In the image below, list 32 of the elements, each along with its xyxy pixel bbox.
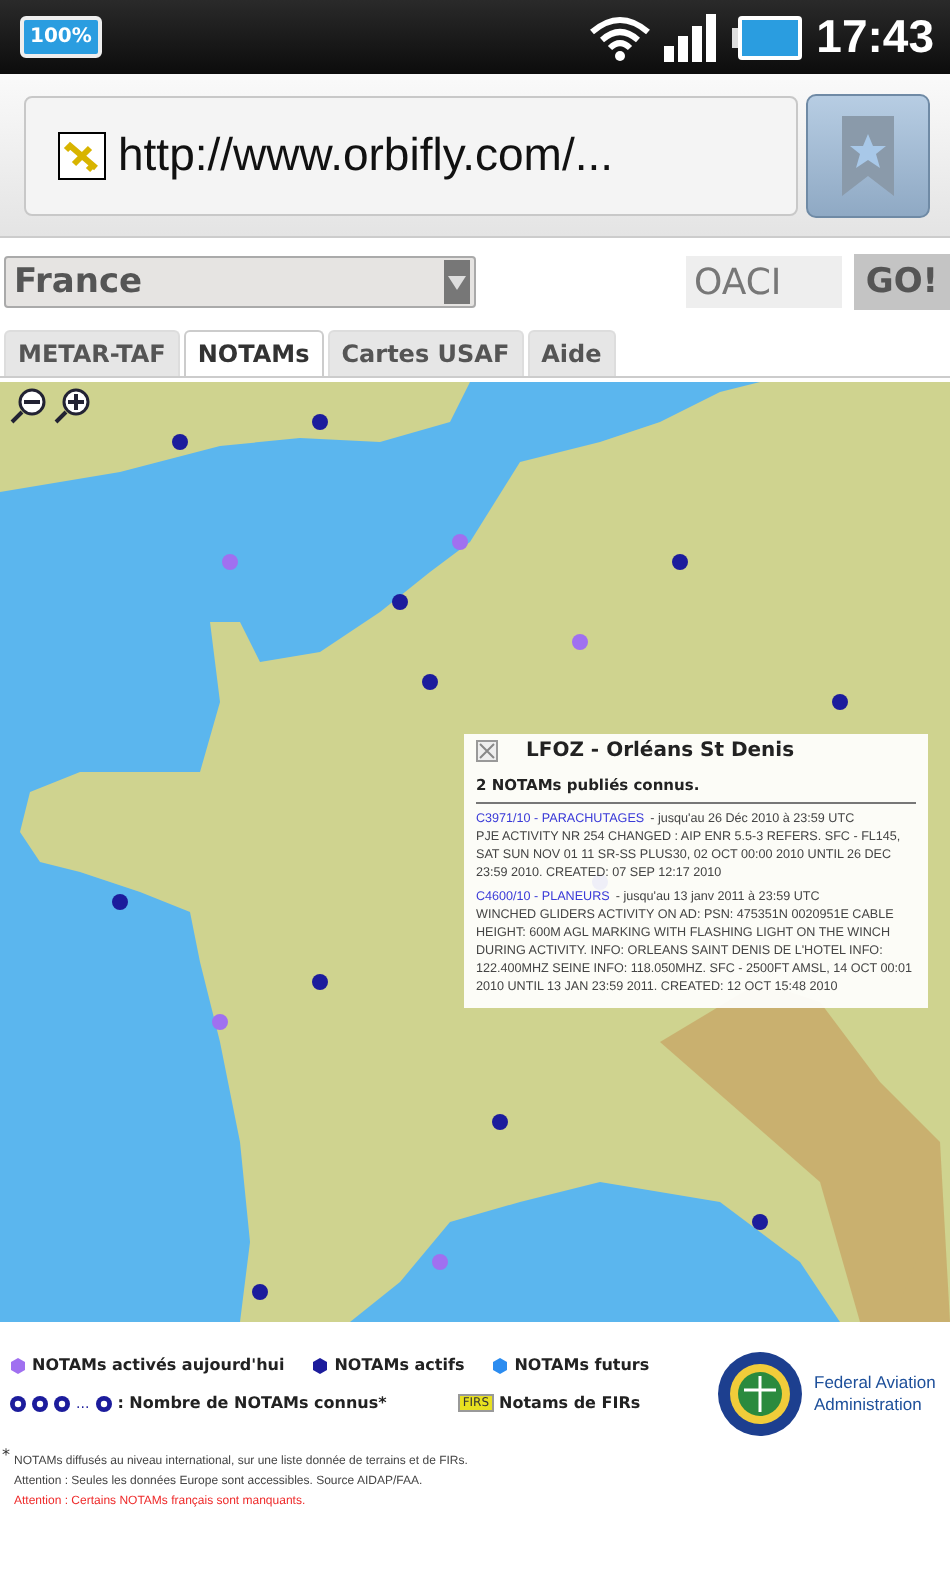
count-marker-icon — [54, 1395, 70, 1411]
legend-label: NOTAMs actifs — [334, 1356, 465, 1374]
seal-icon — [718, 1352, 802, 1436]
tab[interactable]: Cartes USAF — [327, 330, 524, 376]
wifi-icon — [588, 13, 653, 61]
bookmark-icon — [838, 115, 898, 195]
close-icon[interactable] — [476, 740, 498, 762]
count-marker-icon — [10, 1395, 26, 1411]
tab[interactable]: NOTAMs — [183, 330, 324, 376]
legend-label: NOTAMs futurs — [514, 1356, 650, 1374]
caret-icon — [444, 260, 470, 304]
icao-field[interactable]: OACI — [686, 256, 842, 308]
country-select[interactable]: France — [4, 256, 476, 308]
faa-name: Federal Aviation Administration — [814, 1372, 938, 1416]
tab[interactable]: METAR-TAF — [4, 330, 180, 376]
footnote-mark: * — [2, 1446, 10, 1468]
plane-icon — [58, 131, 106, 179]
legend-label: : Nombre de NOTAMs connus* — [117, 1394, 387, 1412]
count-marker-icon — [95, 1395, 112, 1411]
battery-icon — [732, 13, 805, 61]
legend-label: Notams de FIRs — [499, 1394, 641, 1412]
go-button[interactable]: GO! — [854, 254, 950, 310]
url-field[interactable]: http://www.orbifly.com/... — [24, 95, 798, 215]
zoom-out-icon[interactable] — [8, 386, 48, 426]
legend-label: NOTAMs activés aujourd'hui — [32, 1356, 285, 1374]
popup-title: LFOZ - Orléans St Denis — [526, 740, 795, 762]
signal-icon — [664, 13, 721, 61]
clock-time: 17:43 — [816, 10, 934, 64]
zoom-in-icon[interactable] — [52, 386, 92, 426]
tab[interactable]: Aide — [527, 330, 616, 376]
battery-badge: 100% — [20, 16, 102, 58]
count-marker-icon — [32, 1395, 48, 1411]
